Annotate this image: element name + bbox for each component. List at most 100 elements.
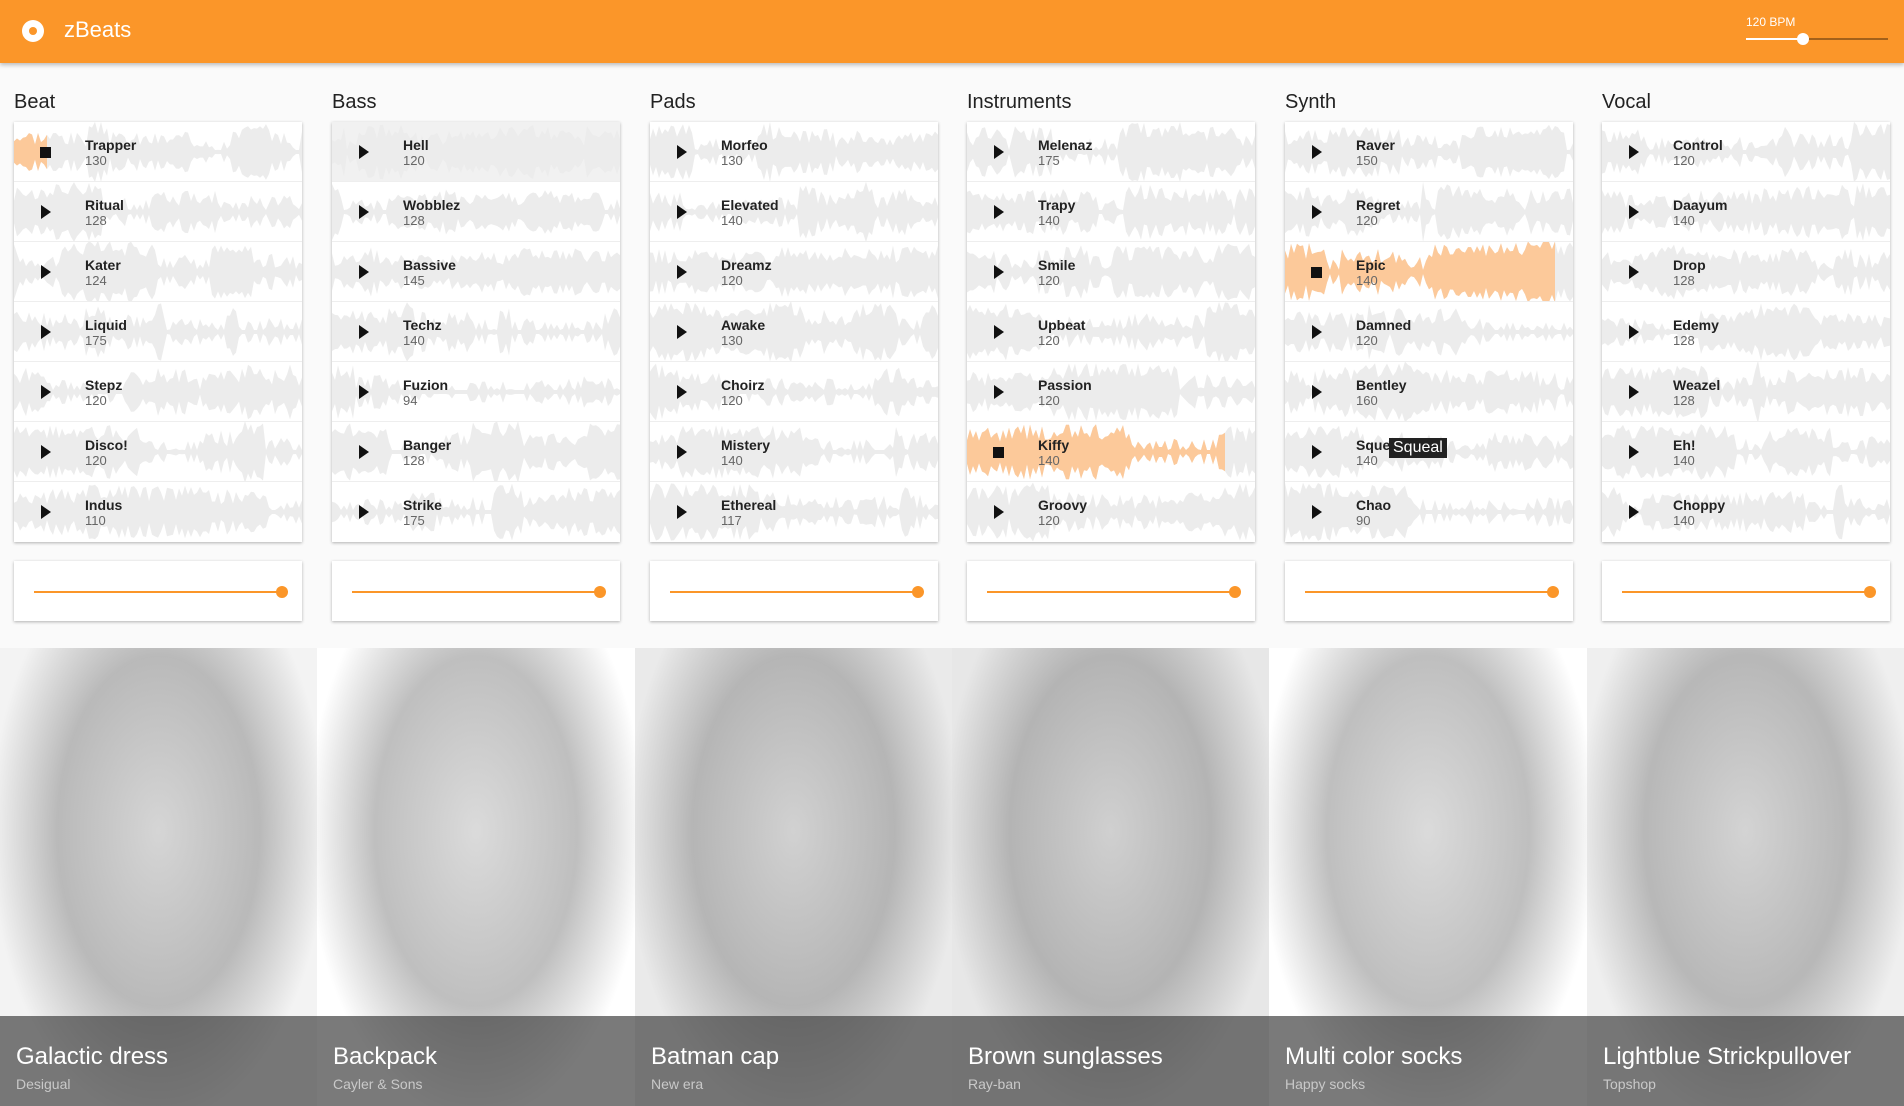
track-item[interactable]: Stepz 120: [14, 362, 302, 422]
track-item[interactable]: Mistery 140: [650, 422, 938, 482]
volume-slider-thumb[interactable]: [276, 586, 288, 598]
volume-slider-thumb[interactable]: [594, 586, 606, 598]
track-item[interactable]: Fuzion 94: [332, 362, 620, 422]
volume-slider[interactable]: [14, 561, 302, 621]
product-card[interactable]: Batman cap New era: [635, 648, 952, 1106]
track-item[interactable]: Squeal 140 Squeal: [1285, 422, 1573, 482]
play-icon[interactable]: [1312, 145, 1322, 159]
play-icon[interactable]: [1629, 205, 1639, 219]
track-item[interactable]: Edemy 128: [1602, 302, 1890, 362]
product-card[interactable]: Galactic dress Desigual: [0, 648, 317, 1106]
bpm-slider[interactable]: [1746, 33, 1888, 45]
play-icon[interactable]: [994, 505, 1004, 519]
track-item[interactable]: Kiffy 140: [967, 422, 1255, 482]
track-item[interactable]: Choppy 140: [1602, 482, 1890, 542]
track-item[interactable]: Epic 140: [1285, 242, 1573, 302]
stop-icon[interactable]: [40, 147, 51, 158]
track-item[interactable]: Techz 140: [332, 302, 620, 362]
track-item[interactable]: Damned 120: [1285, 302, 1573, 362]
play-icon[interactable]: [1629, 265, 1639, 279]
play-icon[interactable]: [994, 325, 1004, 339]
play-icon[interactable]: [994, 205, 1004, 219]
play-icon[interactable]: [677, 325, 687, 339]
track-item[interactable]: Trapy 140: [967, 182, 1255, 242]
play-icon[interactable]: [994, 385, 1004, 399]
play-icon[interactable]: [41, 265, 51, 279]
track-item[interactable]: Kater 124: [14, 242, 302, 302]
volume-slider[interactable]: [967, 561, 1255, 621]
track-item[interactable]: Eh! 140: [1602, 422, 1890, 482]
play-icon[interactable]: [677, 445, 687, 459]
track-item[interactable]: Choirz 120: [650, 362, 938, 422]
volume-slider[interactable]: [650, 561, 938, 621]
play-icon[interactable]: [1629, 145, 1639, 159]
track-item[interactable]: Daayum 140: [1602, 182, 1890, 242]
track-item[interactable]: Melenaz 175: [967, 122, 1255, 182]
product-card[interactable]: Multi color socks Happy socks: [1269, 648, 1587, 1106]
track-item[interactable]: Wobblez 128: [332, 182, 620, 242]
play-icon[interactable]: [41, 445, 51, 459]
play-icon[interactable]: [1629, 505, 1639, 519]
play-icon[interactable]: [359, 145, 369, 159]
play-icon[interactable]: [677, 205, 687, 219]
play-icon[interactable]: [1629, 385, 1639, 399]
play-icon[interactable]: [1312, 385, 1322, 399]
stop-icon[interactable]: [1311, 267, 1322, 278]
play-icon[interactable]: [359, 385, 369, 399]
track-item[interactable]: Weazel 128: [1602, 362, 1890, 422]
track-item[interactable]: Trapper 130: [14, 122, 302, 182]
play-icon[interactable]: [1312, 505, 1322, 519]
product-card[interactable]: Brown sunglasses Ray-ban: [952, 648, 1269, 1106]
track-item[interactable]: Bentley 160: [1285, 362, 1573, 422]
track-item[interactable]: Banger 128: [332, 422, 620, 482]
track-item[interactable]: Strike 175: [332, 482, 620, 542]
play-icon[interactable]: [359, 205, 369, 219]
track-item[interactable]: Elevated 140: [650, 182, 938, 242]
play-icon[interactable]: [359, 265, 369, 279]
volume-slider-thumb[interactable]: [1229, 586, 1241, 598]
track-item[interactable]: Ritual 128: [14, 182, 302, 242]
product-card[interactable]: Backpack Cayler & Sons: [317, 648, 635, 1106]
track-item[interactable]: Awake 130: [650, 302, 938, 362]
track-item[interactable]: Passion 120: [967, 362, 1255, 422]
track-item[interactable]: Groovy 120: [967, 482, 1255, 542]
track-item[interactable]: Ethereal 117: [650, 482, 938, 542]
play-icon[interactable]: [41, 385, 51, 399]
play-icon[interactable]: [1312, 205, 1322, 219]
volume-slider[interactable]: [1285, 561, 1573, 621]
play-icon[interactable]: [994, 265, 1004, 279]
track-item[interactable]: Morfeo 130: [650, 122, 938, 182]
play-icon[interactable]: [1629, 325, 1639, 339]
track-item[interactable]: Drop 128: [1602, 242, 1890, 302]
volume-slider-thumb[interactable]: [1864, 586, 1876, 598]
volume-slider-thumb[interactable]: [912, 586, 924, 598]
bpm-slider-thumb[interactable]: [1796, 33, 1809, 45]
play-icon[interactable]: [41, 505, 51, 519]
track-item[interactable]: Smile 120: [967, 242, 1255, 302]
volume-slider[interactable]: [1602, 561, 1890, 621]
play-icon[interactable]: [41, 205, 51, 219]
play-icon[interactable]: [359, 445, 369, 459]
track-item[interactable]: Hell 120: [332, 122, 620, 182]
volume-slider[interactable]: [332, 561, 620, 621]
product-card[interactable]: Lightblue Strickpullover Topshop: [1587, 648, 1904, 1106]
volume-slider-thumb[interactable]: [1547, 586, 1559, 598]
play-icon[interactable]: [41, 325, 51, 339]
track-item[interactable]: Dreamz 120: [650, 242, 938, 302]
track-item[interactable]: Chao 90: [1285, 482, 1573, 542]
play-icon[interactable]: [1312, 325, 1322, 339]
play-icon[interactable]: [677, 385, 687, 399]
track-item[interactable]: Control 120: [1602, 122, 1890, 182]
play-icon[interactable]: [677, 505, 687, 519]
play-icon[interactable]: [359, 325, 369, 339]
play-icon[interactable]: [1629, 445, 1639, 459]
play-icon[interactable]: [994, 145, 1004, 159]
track-item[interactable]: Regret 120: [1285, 182, 1573, 242]
track-item[interactable]: Bassive 145: [332, 242, 620, 302]
play-icon[interactable]: [677, 265, 687, 279]
track-item[interactable]: Indus 110: [14, 482, 302, 542]
track-item[interactable]: Raver 150: [1285, 122, 1573, 182]
stop-icon[interactable]: [993, 447, 1004, 458]
play-icon[interactable]: [677, 145, 687, 159]
play-icon[interactable]: [359, 505, 369, 519]
